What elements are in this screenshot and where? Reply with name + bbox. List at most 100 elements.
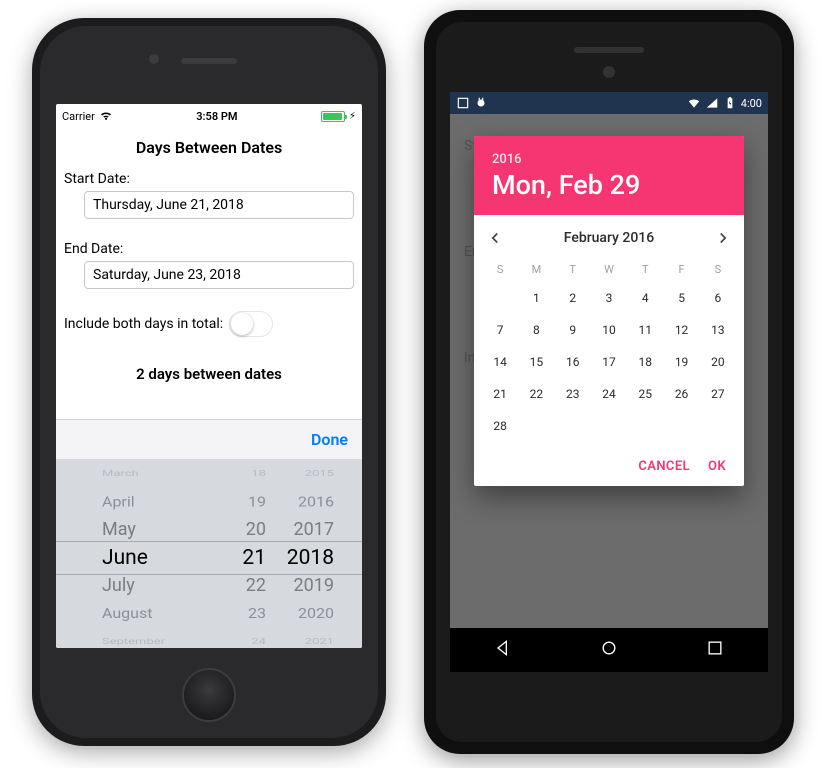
iphone-frame: Carrier 3:58 PM ⚡︎ Days Between Dates St… [32, 18, 386, 746]
picker-item[interactable]: August [102, 602, 152, 626]
end-date-label: End Date: [64, 241, 354, 257]
dp-day[interactable]: 1 [518, 283, 554, 313]
wifi-icon [99, 111, 113, 121]
dp-dow: W [591, 259, 627, 281]
dp-day[interactable]: 11 [627, 315, 663, 345]
front-camera [603, 66, 615, 78]
picker-item[interactable]: July [102, 572, 135, 600]
dp-header: 2016 Mon, Feb 29 [474, 136, 744, 215]
dp-day[interactable]: 28 [482, 411, 518, 441]
dp-dow: F [663, 259, 699, 281]
picker-year-column[interactable]: 2015 2016 2017 2018 2019 2020 2021 [278, 459, 334, 648]
dp-day[interactable]: 4 [627, 283, 663, 313]
picker-item-selected[interactable]: June [102, 544, 148, 572]
screenshot-icon [456, 96, 470, 110]
picker-item[interactable]: 2021 [305, 634, 334, 648]
prev-month-icon[interactable] [486, 229, 504, 247]
home-button[interactable] [599, 638, 619, 662]
dp-day[interactable]: 2 [555, 283, 591, 313]
dp-year-label[interactable]: 2016 [492, 152, 726, 167]
dp-day[interactable]: 9 [555, 315, 591, 345]
picker-item[interactable]: 19 [248, 490, 266, 514]
include-both-label: Include both days in total: [64, 316, 223, 332]
cancel-button[interactable]: CANCEL [638, 459, 690, 474]
dp-day[interactable]: 12 [663, 315, 699, 345]
charging-icon: ⚡︎ [349, 111, 356, 122]
picker-item[interactable]: 2020 [298, 602, 334, 626]
dp-day[interactable]: 22 [518, 379, 554, 409]
dp-day[interactable]: 8 [518, 315, 554, 345]
back-button[interactable] [493, 638, 513, 662]
dp-day[interactable]: 24 [591, 379, 627, 409]
page-title: Days Between Dates [64, 138, 354, 157]
dp-dow: S [700, 259, 736, 281]
recents-button[interactable] [705, 638, 725, 662]
earpiece [181, 58, 237, 64]
picker-item[interactable]: 20 [246, 516, 266, 544]
dp-day[interactable]: 19 [663, 347, 699, 377]
wifi-icon [687, 96, 701, 110]
dp-day[interactable]: 16 [555, 347, 591, 377]
ios-date-picker[interactable]: March April May June July August Septemb… [56, 459, 362, 648]
iphone-bezel: Carrier 3:58 PM ⚡︎ Days Between Dates St… [40, 26, 378, 738]
home-button[interactable] [182, 668, 236, 722]
android-bezel: 4:00 Sta End Incl 2016 Mon, Feb 29 Febru… [436, 22, 782, 742]
dp-day[interactable]: 7 [482, 315, 518, 345]
dp-blank [482, 283, 518, 313]
dp-day[interactable]: 21 [482, 379, 518, 409]
picker-item[interactable]: 2019 [294, 572, 334, 600]
ios-status-bar: Carrier 3:58 PM ⚡︎ [56, 104, 362, 124]
dp-day[interactable]: 15 [518, 347, 554, 377]
result-text: 2 days between dates [64, 365, 354, 383]
picker-item[interactable]: 22 [246, 572, 266, 600]
dp-dow: T [627, 259, 663, 281]
dp-month-label: February 2016 [504, 230, 714, 246]
android-debug-icon [474, 96, 488, 110]
picker-item[interactable]: 2017 [294, 516, 334, 544]
picker-item[interactable]: 24 [251, 634, 266, 648]
picker-day-column[interactable]: 18 19 20 21 22 23 24 [226, 459, 266, 648]
ok-button[interactable]: OK [708, 459, 726, 474]
dp-calendar-grid: SMTWTFS123456789101112131415161718192021… [474, 253, 744, 451]
start-date-label: Start Date: [64, 171, 354, 187]
picker-item[interactable]: March [102, 466, 139, 483]
picker-item[interactable]: 2015 [305, 466, 334, 483]
dp-day[interactable]: 26 [663, 379, 699, 409]
dp-day[interactable]: 14 [482, 347, 518, 377]
picker-item[interactable]: April [102, 490, 135, 514]
ios-screen: Carrier 3:58 PM ⚡︎ Days Between Dates St… [56, 104, 362, 648]
dp-dow: S [482, 259, 518, 281]
dp-day[interactable]: 18 [627, 347, 663, 377]
ios-content: Days Between Dates Start Date: Thursday,… [56, 124, 362, 383]
picker-item[interactable]: 18 [251, 466, 266, 483]
dp-day[interactable]: 25 [627, 379, 663, 409]
android-status-bar: 4:00 [450, 92, 768, 114]
start-date-field[interactable]: Thursday, June 21, 2018 [84, 191, 354, 219]
dp-day[interactable]: 13 [700, 315, 736, 345]
done-button[interactable]: Done [311, 430, 348, 449]
picker-item[interactable]: 23 [248, 602, 266, 626]
dp-day-selected[interactable]: 29 [518, 411, 554, 441]
picker-item-selected[interactable]: 2018 [287, 544, 334, 572]
picker-month-column[interactable]: March April May June July August Septemb… [102, 459, 202, 648]
dp-day[interactable]: 5 [663, 283, 699, 313]
dp-day[interactable]: 27 [700, 379, 736, 409]
picker-toolbar: Done [56, 419, 362, 459]
dp-day[interactable]: 3 [591, 283, 627, 313]
dp-day[interactable]: 10 [591, 315, 627, 345]
dp-day[interactable]: 17 [591, 347, 627, 377]
dp-day[interactable]: 20 [700, 347, 736, 377]
cell-signal-icon [705, 96, 719, 110]
dp-headline[interactable]: Mon, Feb 29 [492, 169, 726, 201]
dp-day[interactable]: 23 [555, 379, 591, 409]
include-both-switch[interactable] [229, 311, 273, 337]
android-screen: 4:00 Sta End Incl 2016 Mon, Feb 29 Febru… [450, 92, 768, 672]
ios-clock: 3:58 PM [196, 110, 237, 123]
picker-item[interactable]: May [102, 516, 136, 544]
picker-item[interactable]: September [102, 634, 165, 648]
end-date-field[interactable]: Saturday, June 23, 2018 [84, 261, 354, 289]
next-month-icon[interactable] [714, 229, 732, 247]
picker-item[interactable]: 2016 [298, 490, 334, 514]
picker-item-selected[interactable]: 21 [242, 544, 266, 572]
dp-day[interactable]: 6 [700, 283, 736, 313]
